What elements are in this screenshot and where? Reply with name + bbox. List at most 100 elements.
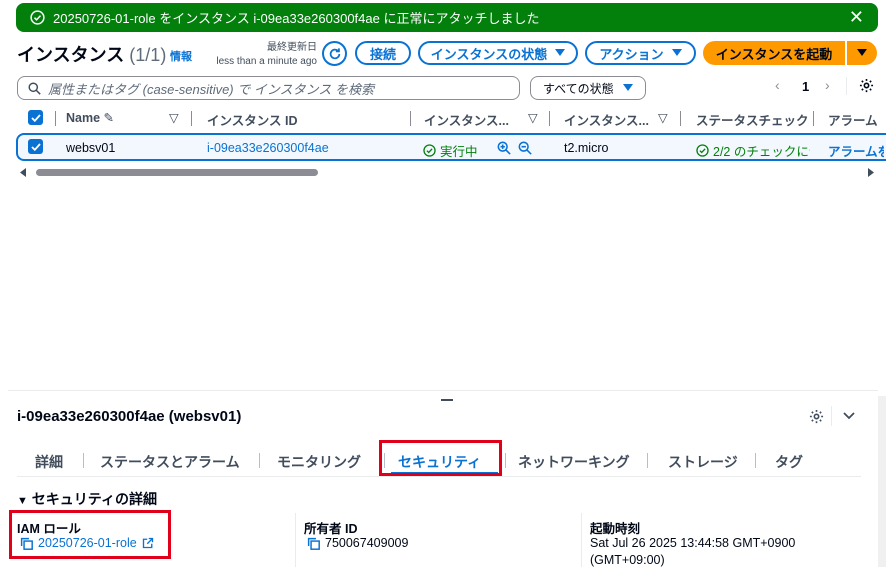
search-input[interactable]: 属性またはタグ (case-sensitive) で インスタンス を検索 [17,76,520,100]
search-icon [28,81,41,95]
sort-caret-icon[interactable]: ▽ [658,110,668,125]
zoom-in-icon[interactable] [497,141,511,155]
row-checkbox[interactable] [28,139,43,154]
actions-dropdown[interactable]: アクション [585,41,696,65]
resize-handle-icon[interactable] [441,399,453,401]
refresh-button[interactable] [322,41,347,66]
column-divider [549,111,550,126]
connect-button-label: 接続 [369,46,396,62]
last-updated-value: less than a minute ago [216,56,317,67]
prev-page-icon[interactable]: ‹ [775,77,780,93]
launch-time-value: Sat Jul 26 2025 13:44:58 GMT+0900 [590,536,796,550]
column-header-status-check[interactable]: ステータスチェック [696,110,810,129]
column-divider [680,111,681,126]
panel-title: i-09ea33e260300f4ae (websv01) [17,408,242,425]
state-filter-label: すべての状態 [543,81,614,96]
column-header-instance-type[interactable]: インスタンス... [564,110,649,129]
running-check-icon [423,144,436,157]
iam-role-highlight [9,510,171,559]
instance-count: (1/1) [129,45,167,65]
security-details-header[interactable]: ▼ セキュリティの詳細 [17,489,157,509]
last-updated: 最終更新日 less than a minute ago [212,41,317,69]
column-divider [295,513,296,567]
edit-pencil-icon: ✎ [103,111,115,125]
caret-down-icon [623,84,633,92]
last-updated-label: 最終更新日 [267,42,317,53]
launch-dropdown-button[interactable] [847,41,877,65]
sort-caret-icon[interactable]: ▽ [528,110,538,125]
tab-divider [505,453,506,468]
vertical-scrollbar[interactable] [878,396,886,567]
flash-message: 20250726-01-role をインスタンス i-09ea33e260300… [53,11,540,26]
tab-divider [755,453,756,468]
tab-storage[interactable]: ストレージ [668,452,738,472]
column-header-alarm[interactable]: アラーム [828,110,886,129]
column-divider [581,513,582,567]
instance-state-dropdown[interactable]: インスタンスの状態 [418,41,578,65]
launch-time-label: 起動時刻 [590,522,641,536]
chevron-down-icon[interactable] [843,412,855,420]
close-icon[interactable]: ✕ [849,8,864,26]
settings-gear-icon[interactable] [859,78,874,93]
select-all-checkbox[interactable] [28,110,43,125]
success-check-icon [30,10,45,25]
info-link[interactable]: 情報 [170,48,192,64]
cell-alarm-link[interactable]: アラームを表示 [828,141,884,160]
pager-divider [846,77,847,95]
column-divider [191,111,192,126]
copy-icon[interactable] [307,537,320,550]
owner-id-label: 所有者 ID [304,522,358,536]
caret-down-icon [857,49,867,57]
state-filter-select[interactable]: すべての状態 [530,76,646,100]
caret-down-icon: ▼ [17,495,28,507]
page-number[interactable]: 1 [802,79,809,94]
panel-settings-gear-icon[interactable] [809,409,824,424]
table-row[interactable]: websv01 i-09ea33e260300f4ae 実行中 t2.micro… [16,133,886,161]
cell-state: 実行中 [423,141,478,160]
tab-details[interactable]: 詳細 [35,452,63,472]
tab-status-alarms[interactable]: ステータスとアラーム [100,452,240,472]
split-panel-divider [8,390,878,391]
security-tab-highlight [379,440,502,476]
tab-divider [259,453,260,468]
connect-button[interactable]: 接続 [355,41,411,65]
actions-label: アクション [599,46,664,62]
table-header: Name ✎ ▽ インスタンス ID インスタンス... ▽ インスタンス...… [17,104,886,131]
column-header-instance-state[interactable]: インスタンス... [424,110,509,129]
tab-divider [647,453,648,468]
cell-instance-type: t2.micro [564,141,609,155]
next-page-icon[interactable]: › [825,77,830,93]
owner-id: 750067409009 [307,536,408,550]
caret-down-icon [555,49,566,57]
tab-monitoring[interactable]: モニタリング [277,452,361,472]
page-title-text: インスタンス [17,45,125,65]
search-placeholder: 属性またはタグ (case-sensitive) で インスタンス を検索 [48,81,374,97]
tab-tags[interactable]: タグ [775,452,803,472]
page-title: インスタンス (1/1) [17,41,166,67]
zoom-out-icon[interactable] [518,141,532,155]
tab-networking[interactable]: ネットワーキング [518,452,630,472]
column-divider [55,111,56,126]
launch-instances-button[interactable]: インスタンスを起動 [703,41,845,65]
instance-state-label: インスタンスの状態 [430,46,548,62]
column-header-name[interactable]: Name ✎ [66,110,114,125]
tab-divider [83,453,84,468]
cell-status-check: 2/2 のチェックに合格しました [696,141,810,160]
column-header-instance-id[interactable]: インスタンス ID [207,110,297,129]
sort-caret-icon[interactable]: ▽ [169,110,179,125]
launch-time-timezone: (GMT+09:00) [590,553,665,567]
column-name-label: Name [66,111,101,125]
column-divider [410,111,411,126]
cell-instance-id-link[interactable]: i-09ea33e260300f4ae [207,141,329,155]
caret-down-icon [671,49,682,57]
state-text: 実行中 [440,145,478,159]
column-divider [813,111,814,126]
cell-name: websv01 [66,141,116,155]
status-check-text: 2/2 のチェックに合格しました [713,145,810,159]
security-details-title: セキュリティの詳細 [31,491,157,507]
status-check-icon [696,144,709,157]
refresh-icon [328,47,342,61]
panel-header-divider [831,406,832,426]
horizontal-scrollbar[interactable] [18,165,876,177]
launch-label: インスタンスを起動 [715,46,833,62]
